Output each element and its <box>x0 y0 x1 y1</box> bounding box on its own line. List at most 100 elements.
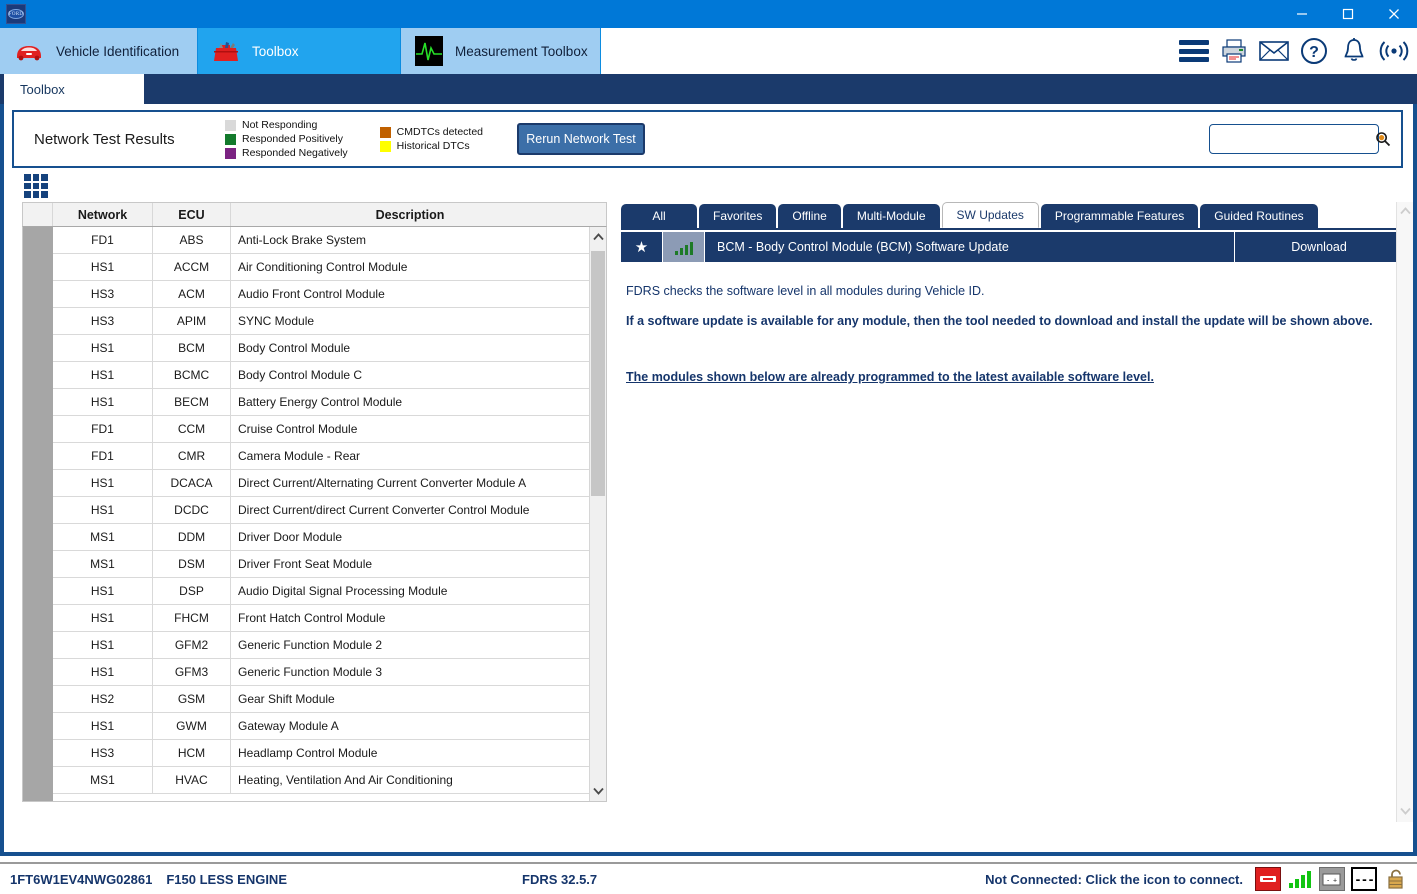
nav-tab-toolbox[interactable]: Toolbox <box>198 28 401 74</box>
cell-ecu: BECM <box>153 389 231 415</box>
cell-network: HS1 <box>53 335 153 361</box>
tab-favorites[interactable]: Favorites <box>699 204 777 228</box>
cell-description: Battery Energy Control Module <box>238 395 403 409</box>
table-row[interactable]: FD1 CMR Camera Module - Rear <box>53 443 589 470</box>
notifications-bell-icon[interactable] <box>1339 36 1369 66</box>
scrollbar-thumb[interactable] <box>591 251 605 496</box>
table-row[interactable]: MS1 HVAC Heating, Ventilation And Air Cond… <box>53 767 589 794</box>
scroll-down-arrow[interactable] <box>590 781 606 801</box>
latest-software-level-link[interactable]: The modules shown below are already prog… <box>626 370 1154 384</box>
page-scroll-down-arrow[interactable] <box>1399 806 1411 818</box>
search-icon[interactable] <box>1375 125 1391 153</box>
tab-guided-routines[interactable]: Guided Routines <box>1200 204 1318 228</box>
printer-icon[interactable] <box>1219 36 1249 66</box>
page-scroll-up-arrow[interactable] <box>1399 206 1411 218</box>
sub-tab-toolbox[interactable]: Toolbox <box>4 74 144 104</box>
table-vertical-scrollbar[interactable] <box>589 227 606 801</box>
scroll-up-arrow[interactable] <box>590 227 606 247</box>
menu-icon[interactable] <box>1179 36 1209 66</box>
software-update-row: ★ BCM - Body Control Module (BCM) Softwa… <box>621 232 1403 262</box>
broadcast-icon[interactable] <box>1379 36 1409 66</box>
battery-icon[interactable]: - + <box>1319 867 1345 891</box>
table-row[interactable]: FD1 ABS Anti-Lock Brake System <box>53 227 589 254</box>
minimize-button[interactable] <box>1279 0 1325 28</box>
software-update-label: BCM - Body Control Module (BCM) Software… <box>705 232 1235 262</box>
cell-ecu: BCM <box>153 335 231 361</box>
table-row[interactable]: HS1 BCM Body Control Module <box>53 335 589 362</box>
tab-offline[interactable]: Offline <box>778 204 841 228</box>
scrollbar-track[interactable] <box>590 247 606 781</box>
cell-description: Cruise Control Module <box>238 422 358 436</box>
legend-group-dtc: CMDTCs detected Historical DTCs <box>379 126 483 152</box>
cell-ecu: ACCM <box>153 254 231 280</box>
dashes-icon[interactable]: - - - <box>1351 867 1377 891</box>
cell-description: Front Hatch Control Module <box>238 611 386 625</box>
cell-description: Gear Shift Module <box>238 692 335 706</box>
star-icon[interactable]: ★ <box>621 232 663 262</box>
cell-network: HS1 <box>53 578 153 604</box>
cell-ecu: GFM3 <box>153 659 231 685</box>
unlock-icon[interactable] <box>1383 867 1409 891</box>
toolbox-right-panel: All Favorites Offline Multi-Module SW Update… <box>621 202 1403 822</box>
table-row[interactable]: HS2 GSM Gear Shift Module <box>53 686 589 713</box>
legend-item: Not Responding <box>225 119 348 131</box>
status-color-strip <box>23 227 53 801</box>
cell-description: Driver Front Seat Module <box>238 557 373 571</box>
maximize-button[interactable] <box>1325 0 1371 28</box>
cell-network: FD1 <box>53 227 153 253</box>
cell-network: HS3 <box>53 308 153 334</box>
cell-network: MS1 <box>53 767 153 793</box>
table-row[interactable]: HS3 HCM Headlamp Control Module <box>53 740 589 767</box>
table-row[interactable]: HS1 DCDC Direct Current/direct Current Con… <box>53 497 589 524</box>
dashes-label: - - - <box>1355 871 1374 887</box>
download-button[interactable]: Download <box>1235 232 1403 262</box>
help-icon[interactable]: ? <box>1299 36 1329 66</box>
tab-all[interactable]: All <box>621 204 697 228</box>
table-row[interactable]: MS1 DDM Driver Door Module <box>53 524 589 551</box>
table-rows-container[interactable]: FD1 ABS Anti-Lock Brake System HS1 ACCM Air C… <box>53 227 589 801</box>
cell-network: HS1 <box>53 605 153 631</box>
table-row[interactable]: HS1 DCACA Direct Current/Alternating Curre… <box>53 470 589 497</box>
table-row[interactable]: HS1 GWM Gateway Module A <box>53 713 589 740</box>
status-bar: 1FT6W1EV4NWG02861 F150 LESS ENGINE FDRS … <box>0 862 1417 894</box>
cell-ecu: HVAC <box>153 767 231 793</box>
table-row[interactable]: MS1 DSM Driver Front Seat Module <box>53 551 589 578</box>
signal-strength-icon[interactable] <box>1287 867 1313 891</box>
table-row[interactable]: HS1 GFM3 Generic Function Module 3 <box>53 659 589 686</box>
nav-tab-vehicle-identification[interactable]: Vehicle Identification <box>0 28 198 74</box>
tab-programmable-features[interactable]: Programmable Features <box>1040 204 1199 228</box>
nav-tab-measurement-toolbox[interactable]: Measurement Toolbox <box>401 28 601 74</box>
mail-icon[interactable] <box>1259 36 1289 66</box>
table-row[interactable]: HS1 ACCM Air Conditioning Control Module <box>53 254 589 281</box>
tab-multi-module[interactable]: Multi-Module <box>842 204 940 228</box>
table-row[interactable]: HS3 APIM SYNC Module <box>53 308 589 335</box>
network-test-results-panel: Network Test Results Not Responding Resp… <box>12 110 1403 168</box>
page-vertical-scrollbar[interactable] <box>1396 202 1413 822</box>
cell-ecu: DCACA <box>153 470 231 496</box>
vci-icon[interactable] <box>1255 867 1281 891</box>
tab-sw-updates[interactable]: SW Updates <box>941 202 1039 228</box>
table-row[interactable]: HS3 ACM Audio Front Control Module <box>53 281 589 308</box>
cell-description: Generic Function Module 2 <box>238 638 383 652</box>
cell-description: Direct Current/Alternating Current Conve… <box>238 476 527 490</box>
cell-ecu: GWM <box>153 713 231 739</box>
table-row[interactable]: HS1 GFM2 Generic Function Module 2 <box>53 632 589 659</box>
table-row[interactable]: HS1 FHCM Front Hatch Control Module <box>53 605 589 632</box>
legend-group-response: Not Responding Responded Positively Resp… <box>225 119 348 159</box>
legend-label: Historical DTCs <box>396 140 470 152</box>
signal-bars-icon[interactable] <box>663 232 705 262</box>
table-row[interactable]: HS1 BCMC Body Control Module C <box>53 362 589 389</box>
rerun-network-test-button[interactable]: Rerun Network Test <box>517 123 646 155</box>
grid-view-icon[interactable] <box>24 174 48 198</box>
table-row[interactable]: FD1 CCM Cruise Control Module <box>53 416 589 443</box>
search-input[interactable] <box>1210 126 1375 152</box>
close-button[interactable] <box>1371 0 1417 28</box>
table-row[interactable]: HS1 BECM Battery Energy Control Module <box>53 389 589 416</box>
table-row[interactable]: HS1 DSP Audio Digital Signal Processing Mo… <box>53 578 589 605</box>
column-header-ecu: ECU <box>153 203 231 226</box>
vin-label: 1FT6W1EV4NWG02861 <box>10 871 153 887</box>
legend-item: CMDTCs detected <box>379 126 483 138</box>
svg-text:?: ? <box>1309 44 1319 61</box>
header-scroll-spacer <box>589 203 606 226</box>
cell-description: Gateway Module A <box>238 719 339 733</box>
